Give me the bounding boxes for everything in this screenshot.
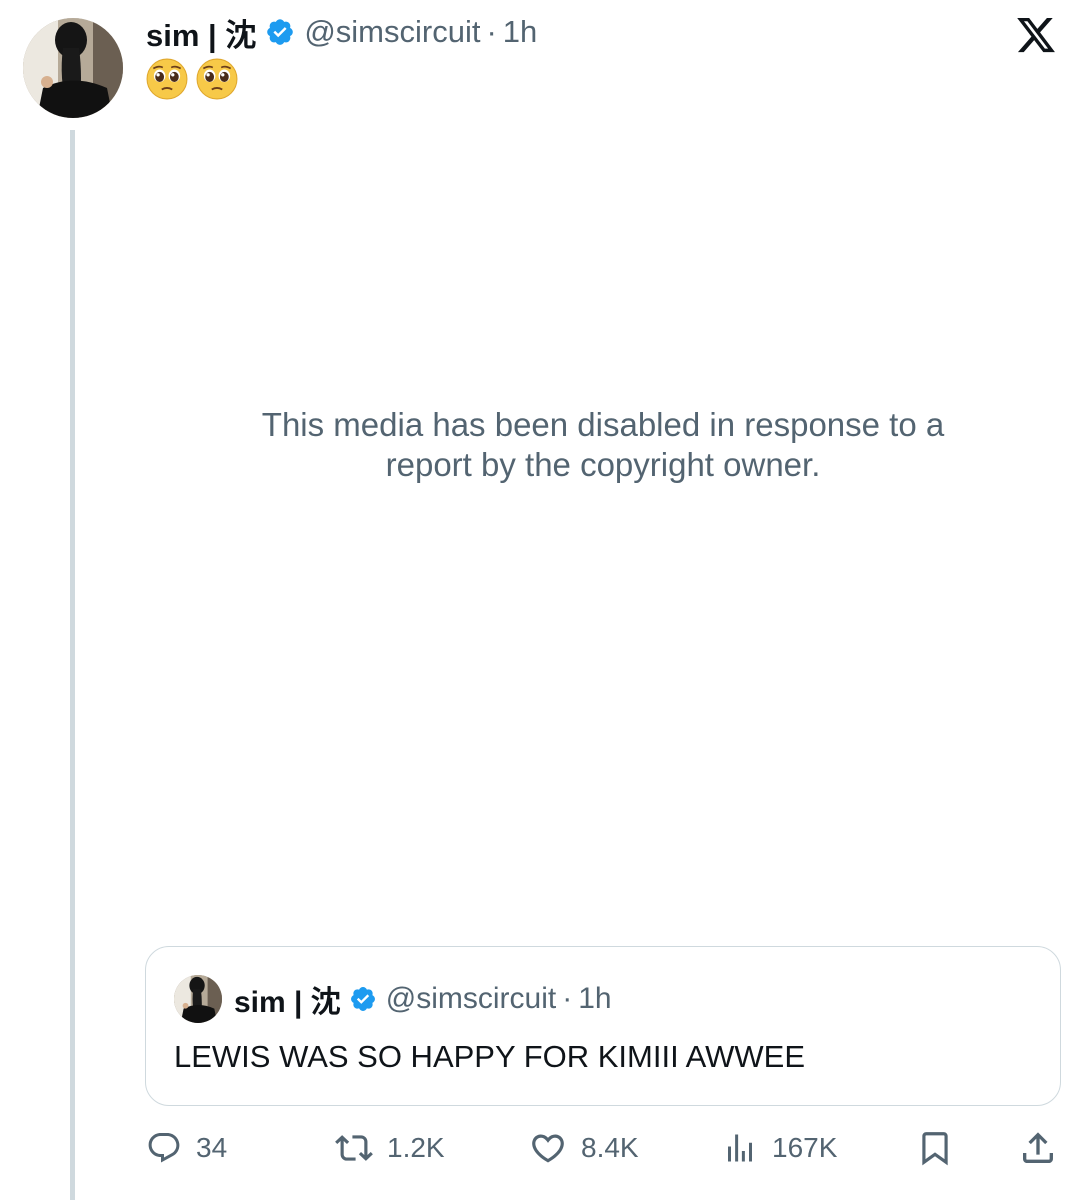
retweet-count: 1.2K <box>387 1132 445 1163</box>
reply-count: 34 <box>196 1132 228 1163</box>
quoted-tweet-timestamp: 1h <box>578 982 612 1015</box>
tweet-timestamp[interactable]: 1h <box>503 14 537 50</box>
avatar-photo <box>174 975 222 1023</box>
media-disabled-notice: This media has been disabled in response… <box>261 406 945 483</box>
bookmark-button[interactable] <box>916 1126 954 1170</box>
quoted-tweet[interactable]: sim | 沈 @simscircuit · 1h LEWIS WAS SO H… <box>145 946 1061 1106</box>
author-avatar[interactable] <box>23 18 123 118</box>
reply-icon <box>148 1133 180 1163</box>
views-button[interactable]: 167K <box>722 1126 837 1170</box>
like-button[interactable]: 8.4K <box>529 1126 639 1170</box>
tweet-text <box>146 58 238 100</box>
quoted-author-handle: @simscircuit <box>385 982 557 1015</box>
reply-button[interactable]: 34 <box>146 1126 227 1170</box>
retweet-icon <box>335 1135 373 1161</box>
share-button[interactable] <box>1018 1126 1058 1170</box>
quoted-tweet-text: LEWIS WAS SO HAPPY FOR KIMIII AWWEE <box>174 1039 806 1074</box>
verified-badge-icon <box>350 987 375 1011</box>
views-chart-icon <box>728 1134 752 1162</box>
author-handle[interactable]: @simscircuit <box>304 14 480 50</box>
separator-dot: · <box>562 982 573 1015</box>
verified-badge-icon <box>267 19 294 45</box>
pleading-face-emoji-icon <box>196 58 238 100</box>
thread-connector-line <box>70 130 75 1200</box>
views-count: 167K <box>772 1132 838 1163</box>
avatar-photo <box>23 18 123 118</box>
tweet-header: sim | 沈 @simscircuit · 1h <box>146 10 537 54</box>
separator-dot: · <box>486 14 497 49</box>
bookmark-icon <box>922 1132 948 1166</box>
author-display-name[interactable]: sim | 沈 <box>146 10 256 55</box>
pleading-face-emoji-icon <box>146 58 188 100</box>
quoted-author-avatar <box>174 975 222 1023</box>
heart-icon <box>532 1134 564 1163</box>
share-icon <box>1023 1132 1053 1163</box>
tweet-action-bar: 34 1.2K 8.4K 167K <box>146 1126 1060 1170</box>
retweet-button[interactable]: 1.2K <box>335 1126 445 1170</box>
quoted-author-display-name: sim | 沈 <box>234 986 341 1019</box>
quoted-tweet-header: sim | 沈 @simscircuit · 1h <box>234 979 612 1019</box>
like-count: 8.4K <box>581 1132 639 1163</box>
x-logo-icon <box>1017 17 1055 53</box>
media-container: This media has been disabled in response… <box>146 130 1060 930</box>
